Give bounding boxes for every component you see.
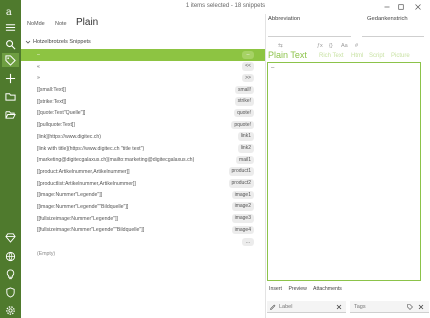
search-icon[interactable] — [2, 37, 19, 51]
window-title: 1 items selected - 18 snippets — [185, 3, 266, 9]
abbreviation-badge: image2 — [231, 202, 254, 211]
settings-icon[interactable] — [2, 303, 19, 317]
maximize-icon[interactable] — [395, 1, 407, 12]
list-item[interactable]: » >> — [21, 72, 265, 84]
sidebar: a — [0, 0, 21, 318]
shield-icon[interactable] — [2, 285, 19, 299]
abbreviation-badge: image4 — [231, 225, 254, 235]
add-icon[interactable] — [2, 71, 19, 85]
close-icon[interactable] — [412, 1, 424, 12]
list-item[interactable]: [[image:Nummer"Legende"]] image1 — [21, 189, 265, 201]
chevron-down-icon — [24, 38, 31, 45]
menu-icon[interactable] — [2, 20, 19, 34]
tab-preview[interactable]: Preview — [288, 286, 306, 292]
abbreviation-badge: quote! — [234, 108, 254, 118]
app-window: a 1 items selected - 18 snippets NoMde N… — [0, 0, 430, 318]
globe-icon[interactable] — [2, 249, 19, 263]
swap-icon[interactable]: ⇆ — [278, 43, 283, 49]
editor-content: – — [271, 65, 275, 71]
open-folder-icon[interactable] — [2, 107, 19, 121]
list-item[interactable]: – -- — [21, 49, 265, 61]
diamond-icon[interactable] — [2, 230, 19, 244]
list-item[interactable]: [[small:Text]] small! — [21, 84, 265, 96]
list-item[interactable]: «<< — [21, 61, 265, 73]
list-item[interactable]: [[quote:Text"Quelle"]] quote! — [21, 107, 265, 119]
tab-note[interactable]: Note — [55, 21, 67, 27]
tab-nomde[interactable]: NoMde — [27, 21, 45, 27]
braces-icon[interactable]: {} — [329, 43, 333, 49]
abbreviation-badge: -- — [242, 50, 254, 59]
snippet-detail-panel: Abbreviation Gedankenstrich ⇆ ƒx {} Aa #… — [265, 14, 430, 318]
bottom-tabs: Insert Preview Attachments — [269, 286, 347, 292]
abbreviation-label: Abbreviation — [268, 16, 301, 22]
abbreviation-badge: small! — [234, 85, 254, 95]
abbreviation-badge: << — [242, 62, 254, 71]
abbreviation-badge: image1 — [231, 190, 254, 200]
format-plain-text[interactable]: Plain Text — [268, 50, 307, 60]
tag-icon[interactable] — [407, 304, 413, 310]
format-script[interactable]: Script — [369, 53, 384, 59]
function-icon[interactable]: ƒx — [317, 43, 323, 49]
snippet-editor[interactable]: – — [267, 62, 421, 281]
folder-icon[interactable] — [2, 89, 19, 103]
list-item[interactable]: ... — [21, 236, 265, 248]
format-html[interactable]: Html — [351, 53, 363, 59]
tags-field[interactable]: Tags — [350, 301, 429, 313]
label-field[interactable]: Label — [267, 301, 346, 313]
format-picture[interactable]: Picture — [391, 53, 410, 59]
abbreviation-badge: product2 — [228, 179, 254, 188]
abbreviation-badge: mail1 — [236, 155, 254, 165]
clear-label-icon[interactable] — [336, 304, 342, 310]
abbreviation-badge: pquote! — [231, 120, 254, 130]
abbreviation-badge: image3 — [231, 214, 254, 223]
list-item[interactable]: [[productlist:Artikelnummer,Artikelnumme… — [21, 178, 265, 190]
list-item[interactable]: [[product:Artikelnummer,Artikelnummer]] p… — [21, 166, 265, 178]
tab-attachments[interactable]: Attachments — [313, 286, 342, 292]
list-item[interactable]: [[image:Nummer"Legende""Bildquelle"]] ima… — [21, 201, 265, 213]
tags-placeholder: Tags — [354, 304, 366, 310]
list-item[interactable]: [marketing@digitecgalaxus.ch](mailto:mar… — [21, 154, 265, 166]
clear-tags-icon[interactable] — [418, 304, 424, 310]
list-item[interactable]: [[fullsizeimage:Nummer"Legende"]] image3 — [21, 213, 265, 225]
more-badge: ... — [242, 237, 254, 246]
format-rich-text[interactable]: Rich Text — [319, 53, 344, 59]
abbreviation-badge: >> — [242, 73, 254, 83]
snippet-rows: – -- «<< » >> [[small:Text]] small! [[strik… — [21, 49, 265, 259]
list-item[interactable]: [[pullquote:Text]] pquote! — [21, 119, 265, 131]
case-icon[interactable]: Aa — [341, 43, 348, 49]
list-item-empty[interactable]: (Empty) — [21, 248, 265, 260]
tab-insert[interactable]: Insert — [269, 286, 282, 292]
list-item[interactable]: [[strike:Text]] strike! — [21, 96, 265, 108]
snippet-group-header[interactable]: Hotzelbrotzels Snippets — [21, 36, 265, 47]
title-bar: 1 items selected - 18 snippets — [21, 0, 430, 14]
list-item[interactable]: [[fullsizeimage:Nummer"Legende""Bildquel… — [21, 224, 265, 236]
list-item[interactable]: [link](https://www.digitec.ch) link1 — [21, 131, 265, 143]
abbreviation-badge: product1 — [228, 167, 254, 176]
abbreviation-badge: link2 — [237, 144, 254, 153]
logo-icon: a — [2, 4, 19, 18]
snippet-list-panel: NoMde Note Plain Hotzelbrotzels Snippets… — [21, 14, 265, 318]
list-tabs: NoMde Note Plain — [21, 14, 265, 34]
hash-icon[interactable]: # — [355, 43, 358, 49]
group-name: Hotzelbrotzels Snippets — [33, 38, 91, 45]
description-input[interactable] — [362, 26, 424, 37]
abbreviation-input[interactable] — [268, 26, 351, 37]
description-label: Gedankenstrich — [367, 16, 408, 22]
svg-text:a: a — [6, 7, 12, 17]
abbreviation-badge: strike! — [234, 97, 254, 106]
tab-plain[interactable]: Plain — [76, 17, 98, 28]
tag-icon[interactable] — [2, 53, 19, 67]
list-item[interactable]: [link with title](https://www.digitec.ch… — [21, 143, 265, 155]
lightbulb-icon[interactable] — [2, 267, 19, 281]
abbreviation-badge: link1 — [237, 132, 254, 141]
minimize-icon[interactable] — [381, 1, 393, 12]
pen-icon — [270, 304, 276, 310]
label-placeholder: Label — [279, 304, 293, 310]
